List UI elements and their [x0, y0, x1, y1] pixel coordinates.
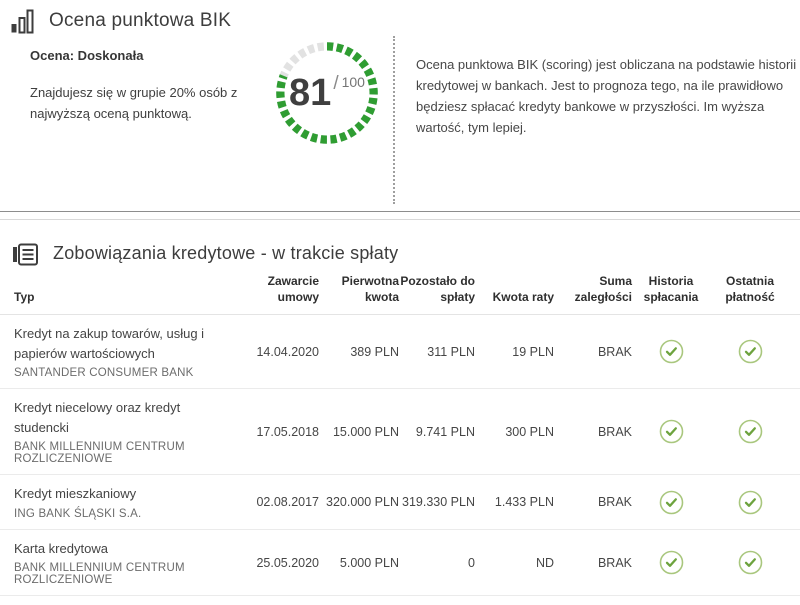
arrears: BRAK	[554, 345, 632, 359]
score-explanation: Ocena punktowa BIK (scoring) jest oblicz…	[416, 54, 800, 138]
col-header-pierwotna-kwota: Pierwotna kwota	[319, 273, 399, 305]
col-header-historia-splacania: Historia spłacania	[632, 273, 710, 305]
contract-date: 14.04.2020	[235, 345, 319, 359]
remaining-amount: 9.741 PLN	[399, 425, 475, 439]
installment-amount: 1.433 PLN	[475, 495, 554, 509]
payment-history-status	[632, 550, 710, 575]
rating-description: Znajdujesz się w grupie 20% osób z najwy…	[30, 83, 248, 125]
score-value: 81 / 100	[270, 36, 384, 150]
rating-label: Ocena: Doskonała	[30, 48, 248, 63]
remaining-amount: 311 PLN	[399, 345, 475, 359]
original-amount: 15.000 PLN	[319, 425, 399, 439]
remaining-amount: 319.330 PLN	[399, 495, 475, 509]
installment-amount: 300 PLN	[475, 425, 554, 439]
bank-name: BANK MILLENNIUM CENTRUM ROZLICZENIOWE	[14, 562, 219, 586]
score-number: 81	[289, 74, 331, 112]
contract-date: 25.05.2020	[235, 556, 319, 570]
check-icon	[738, 490, 763, 515]
remaining-amount: 0	[399, 556, 475, 570]
arrears: BRAK	[554, 556, 632, 570]
arrears: BRAK	[554, 495, 632, 509]
table-row: Karta kredytowa BANK MILLENNIUM CENTRUM …	[0, 530, 800, 597]
last-payment-status	[710, 339, 790, 364]
credit-type: Kredyt na zakup towarów, usług i papieró…	[14, 324, 219, 363]
check-icon	[659, 339, 684, 364]
score-section: Ocena punktowa BIK Ocena: Doskonała Znaj…	[0, 0, 800, 211]
document-list-icon	[12, 240, 39, 267]
bar-chart-icon	[10, 8, 35, 34]
table-row: Kredyt na zakup towarów, usług i papieró…	[0, 315, 800, 389]
original-amount: 389 PLN	[319, 345, 399, 359]
score-max: / 100	[333, 73, 365, 95]
liabilities-section-title: Zobowiązania kredytowe - w trakcie spłat…	[53, 243, 398, 264]
liabilities-section-header: Zobowiązania kredytowe - w trakcie spłat…	[0, 232, 800, 267]
payment-history-status	[632, 419, 710, 444]
col-header-suma-zaleglosci: Suma zaległości	[554, 273, 632, 305]
table-row: Kredyt niecelowy oraz kredyt studencki B…	[0, 389, 800, 475]
vertical-dotted-divider	[393, 36, 395, 204]
section-divider	[0, 211, 800, 220]
liabilities-table: Typ Zawarcie umowy Pierwotna kwota Pozos…	[0, 267, 800, 605]
col-header-typ: Typ	[14, 289, 235, 305]
score-summary: Ocena: Doskonała Znajdujesz się w grupie…	[30, 48, 248, 125]
bank-name: BANK MILLENNIUM CENTRUM ROZLICZENIOWE	[14, 441, 219, 465]
col-header-pozostalo-do-splaty: Pozostało do spłaty	[399, 273, 475, 305]
bank-name: ING BANK ŚLĄSKI S.A.	[14, 508, 219, 520]
score-body: Ocena: Doskonała Znajdujesz się w grupie…	[0, 34, 800, 150]
payment-history-status	[632, 490, 710, 515]
score-explanation-block: Ocena punktowa BIK (scoring) jest oblicz…	[416, 54, 800, 138]
check-icon	[659, 419, 684, 444]
last-payment-status	[710, 550, 790, 575]
credit-type: Kredyt niecelowy oraz kredyt studencki	[14, 398, 219, 437]
arrears: BRAK	[554, 425, 632, 439]
col-header-ostatnia-platnosc: Ostatnia płatność	[710, 273, 790, 305]
check-icon	[659, 490, 684, 515]
score-gauge: 81 / 100	[270, 36, 384, 150]
check-icon	[659, 550, 684, 575]
score-section-header: Ocena punktowa BIK	[0, 0, 800, 34]
table-row: Limit debetowy w ROR BANK MILLENNIUM CEN…	[0, 596, 800, 605]
check-icon	[738, 550, 763, 575]
contract-date: 17.05.2018	[235, 425, 319, 439]
installment-amount: ND	[475, 556, 554, 570]
credit-type: Karta kredytowa	[14, 539, 219, 559]
last-payment-status	[710, 419, 790, 444]
bank-name: SANTANDER CONSUMER BANK	[14, 367, 219, 379]
table-row: Kredyt mieszkaniowy ING BANK ŚLĄSKI S.A.…	[0, 475, 800, 530]
table-header-row: Typ Zawarcie umowy Pierwotna kwota Pozos…	[0, 267, 800, 315]
check-icon	[738, 339, 763, 364]
check-icon	[738, 419, 763, 444]
original-amount: 320.000 PLN	[319, 495, 399, 509]
installment-amount: 19 PLN	[475, 345, 554, 359]
col-header-kwota-raty: Kwota raty	[475, 289, 554, 305]
contract-date: 02.08.2017	[235, 495, 319, 509]
credit-type: Kredyt mieszkaniowy	[14, 484, 219, 504]
payment-history-status	[632, 339, 710, 364]
score-section-title: Ocena punktowa BIK	[49, 10, 231, 32]
last-payment-status	[710, 490, 790, 515]
liabilities-section: Zobowiązania kredytowe - w trakcie spłat…	[0, 220, 800, 605]
original-amount: 5.000 PLN	[319, 556, 399, 570]
col-header-zawarcie-umowy: Zawarcie umowy	[235, 273, 319, 305]
